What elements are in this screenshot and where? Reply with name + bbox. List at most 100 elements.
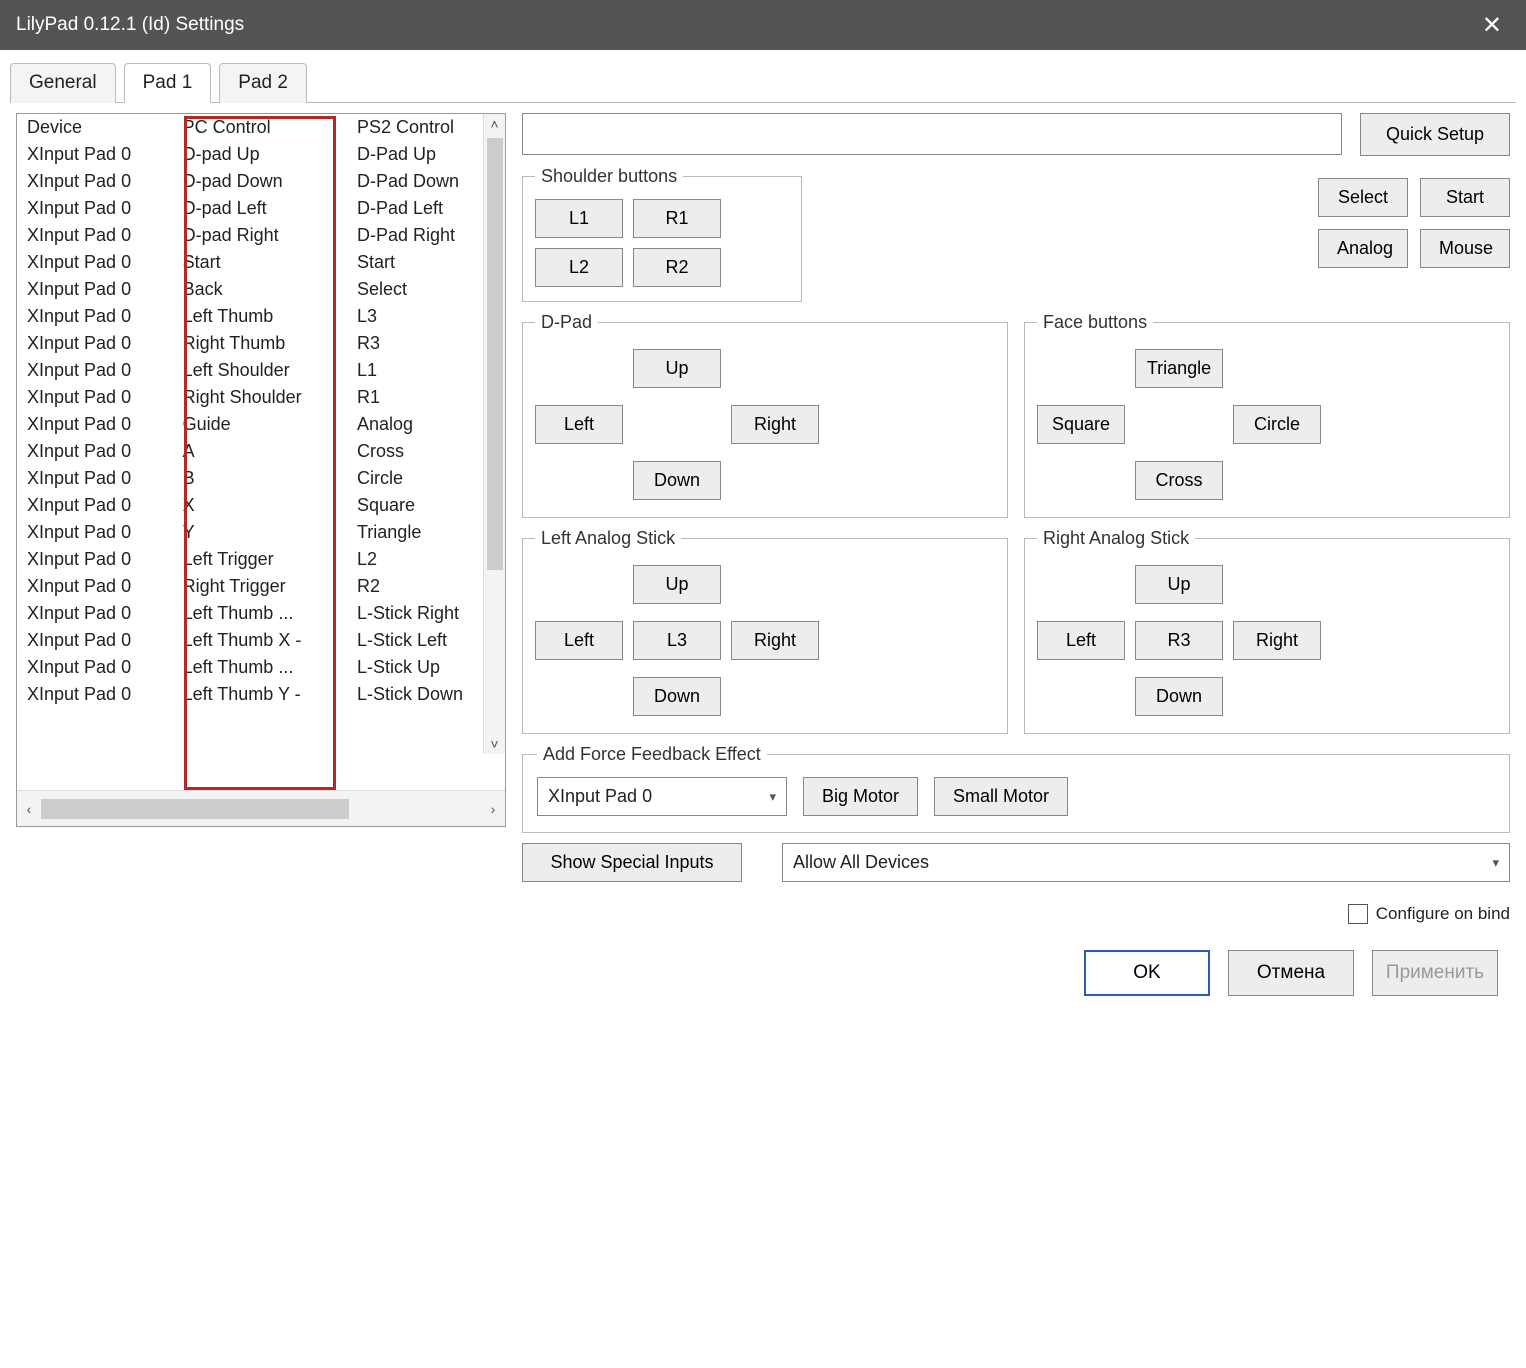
cell-ps2: D-Pad Right [347,222,505,249]
lstick-right-button[interactable]: Right [731,621,819,660]
circle-button[interactable]: Circle [1233,405,1321,444]
mouse-button[interactable]: Mouse [1420,229,1510,268]
cell-pc: Right Shoulder [173,384,347,411]
cell-ps2: L1 [347,357,505,384]
rstick-legend: Right Analog Stick [1037,528,1195,549]
select-button[interactable]: Select [1318,178,1408,217]
vertical-scrollbar[interactable]: ˄ ˅ [483,114,505,754]
table-row[interactable]: XInput Pad 0YTriangle [17,519,505,546]
quick-setup-button[interactable]: Quick Setup [1360,113,1510,156]
table-row[interactable]: XInput Pad 0BackSelect [17,276,505,303]
tab-pad1[interactable]: Pad 1 [124,63,212,103]
cell-pc: Left Shoulder [173,357,347,384]
cell-device: XInput Pad 0 [17,357,173,384]
tab-general[interactable]: General [10,63,116,103]
ok-button[interactable]: OK [1084,950,1210,996]
big-motor-button[interactable]: Big Motor [803,777,918,816]
table-row[interactable]: XInput Pad 0GuideAnalog [17,411,505,438]
cell-pc: D-pad Up [173,141,347,168]
table-row[interactable]: XInput Pad 0Left TriggerL2 [17,546,505,573]
binding-input[interactable] [522,113,1342,155]
cell-device: XInput Pad 0 [17,168,173,195]
l3-button[interactable]: L3 [633,621,721,660]
square-button[interactable]: Square [1037,405,1125,444]
triangle-button[interactable]: Triangle [1135,349,1223,388]
cell-pc: Left Thumb [173,303,347,330]
cell-pc: Right Thumb [173,330,347,357]
scroll-up-icon[interactable]: ˄ [484,114,505,134]
table-row[interactable]: XInput Pad 0Left Thumb Y -L-Stick Down [17,681,505,708]
cell-ps2: Triangle [347,519,505,546]
cell-device: XInput Pad 0 [17,303,173,330]
scroll-right-icon[interactable]: › [481,801,505,817]
table-row[interactable]: XInput Pad 0Right TriggerR2 [17,573,505,600]
close-icon[interactable]: ✕ [1474,11,1510,40]
table-row[interactable]: XInput Pad 0D-pad UpD-Pad Up [17,141,505,168]
cell-ps2: Circle [347,465,505,492]
ff-device-select[interactable]: XInput Pad 0 ▾ [537,777,787,816]
table-row[interactable]: XInput Pad 0Left ThumbL3 [17,303,505,330]
table-row[interactable]: XInput Pad 0Left Thumb ...L-Stick Right [17,600,505,627]
device-filter-select[interactable]: Allow All Devices ▾ [782,843,1510,882]
tab-pad2[interactable]: Pad 2 [219,63,307,103]
table-row[interactable]: XInput Pad 0Left Thumb X -L-Stick Left [17,627,505,654]
table-row[interactable]: XInput Pad 0StartStart [17,249,505,276]
lstick-legend: Left Analog Stick [535,528,681,549]
rstick-down-button[interactable]: Down [1135,677,1223,716]
l1-button[interactable]: L1 [535,199,623,238]
table-row[interactable]: XInput Pad 0Right ThumbR3 [17,330,505,357]
cell-device: XInput Pad 0 [17,681,173,708]
table-row[interactable]: XInput Pad 0D-pad RightD-Pad Right [17,222,505,249]
device-filter-value: Allow All Devices [793,852,929,873]
horizontal-scrollbar[interactable]: ‹ › [17,790,505,826]
cell-ps2: Select [347,276,505,303]
cell-ps2: L3 [347,303,505,330]
start-button[interactable]: Start [1420,178,1510,217]
table-row[interactable]: XInput Pad 0XSquare [17,492,505,519]
table-row[interactable]: XInput Pad 0ACross [17,438,505,465]
dpad-left-button[interactable]: Left [535,405,623,444]
cell-ps2: Cross [347,438,505,465]
cell-pc: Guide [173,411,347,438]
configure-on-bind-checkbox[interactable] [1348,904,1368,924]
dpad-up-button[interactable]: Up [633,349,721,388]
lstick-left-button[interactable]: Left [535,621,623,660]
rstick-right-button[interactable]: Right [1233,621,1321,660]
cell-device: XInput Pad 0 [17,600,173,627]
rstick-left-button[interactable]: Left [1037,621,1125,660]
table-row[interactable]: XInput Pad 0BCircle [17,465,505,492]
table-row[interactable]: XInput Pad 0D-pad LeftD-Pad Left [17,195,505,222]
r2-button[interactable]: R2 [633,248,721,287]
dpad-right-button[interactable]: Right [731,405,819,444]
mapping-table[interactable]: Device PC Control PS2 Control XInput Pad… [17,114,505,708]
table-row[interactable]: XInput Pad 0D-pad DownD-Pad Down [17,168,505,195]
cross-button[interactable]: Cross [1135,461,1223,500]
face-buttons-group: Face buttons Triangle Square Circle Cros… [1024,312,1510,518]
cell-device: XInput Pad 0 [17,330,173,357]
table-row[interactable]: XInput Pad 0Left Thumb ...L-Stick Up [17,654,505,681]
lstick-down-button[interactable]: Down [633,677,721,716]
scroll-left-icon[interactable]: ‹ [17,801,41,817]
table-row[interactable]: XInput Pad 0Left ShoulderL1 [17,357,505,384]
lstick-up-button[interactable]: Up [633,565,721,604]
chevron-down-icon: ▾ [1492,855,1499,871]
small-motor-button[interactable]: Small Motor [934,777,1068,816]
show-special-inputs-button[interactable]: Show Special Inputs [522,843,742,882]
col-pc-control[interactable]: PC Control [173,114,347,141]
analog-button[interactable]: Analog [1318,229,1408,268]
scroll-down-icon[interactable]: ˅ [484,734,505,754]
r3-button[interactable]: R3 [1135,621,1223,660]
r1-button[interactable]: R1 [633,199,721,238]
col-device[interactable]: Device [17,114,173,141]
cancel-button[interactable]: Отмена [1228,950,1354,996]
apply-button[interactable]: Применить [1372,950,1498,996]
cell-ps2: L-Stick Up [347,654,505,681]
rstick-up-button[interactable]: Up [1135,565,1223,604]
l2-button[interactable]: L2 [535,248,623,287]
table-row[interactable]: XInput Pad 0Right ShoulderR1 [17,384,505,411]
dpad-down-button[interactable]: Down [633,461,721,500]
cell-pc: Left Thumb Y - [173,681,347,708]
cell-pc: Left Trigger [173,546,347,573]
cell-ps2: L-Stick Left [347,627,505,654]
col-ps2-control[interactable]: PS2 Control [347,114,505,141]
